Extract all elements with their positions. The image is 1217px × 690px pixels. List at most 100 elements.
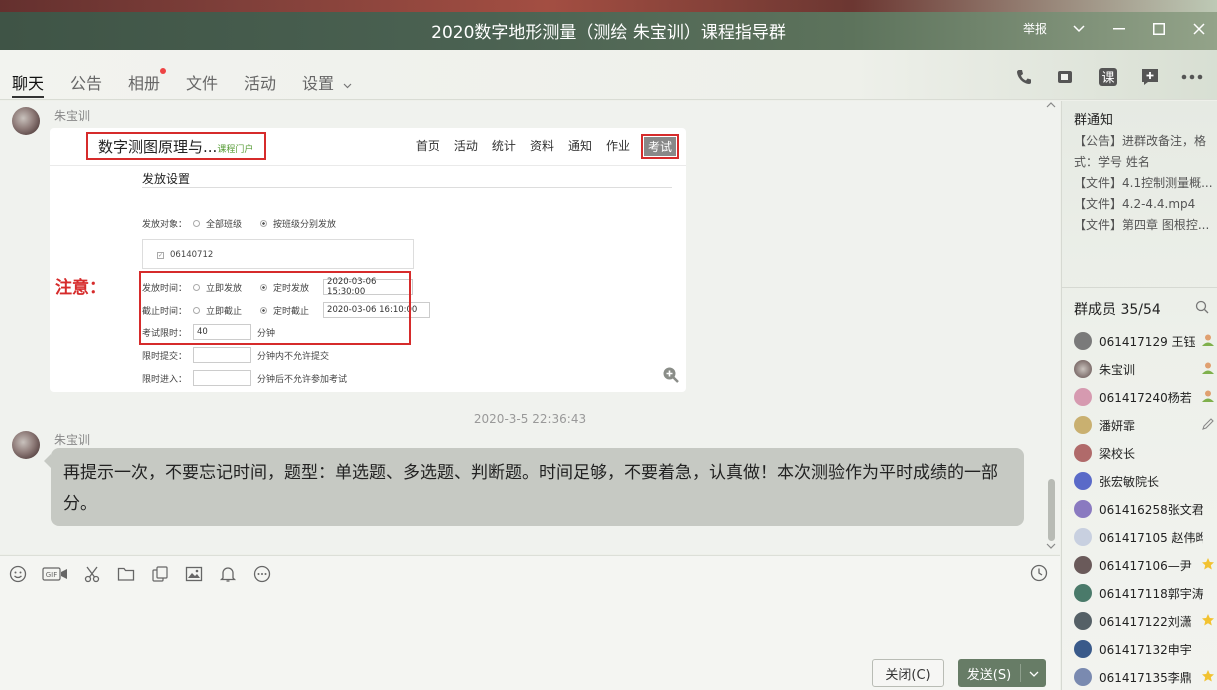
avatar xyxy=(1074,472,1092,490)
svg-text:课: 课 xyxy=(1101,71,1114,86)
zoom-in-icon[interactable] xyxy=(662,366,680,388)
divider xyxy=(142,187,672,188)
member-item[interactable]: 朱宝训 xyxy=(1074,357,1217,381)
radio-icon xyxy=(260,220,268,227)
message-composer[interactable]: GIF 关闭(C) 发送(S) xyxy=(0,555,1060,690)
avatar xyxy=(1074,640,1092,658)
send-options-icon[interactable] xyxy=(1021,667,1046,680)
sender-name: 朱宝训 xyxy=(54,109,91,123)
tab-files[interactable]: 文件 xyxy=(186,70,218,94)
composer-toolbar: GIF xyxy=(8,564,272,584)
avatar xyxy=(1074,388,1092,406)
class-label: ✓ 06140712 xyxy=(157,250,214,260)
sender-name: 朱宝训 xyxy=(54,433,91,447)
tab-activity[interactable]: 活动 xyxy=(244,70,276,94)
phone-icon[interactable] xyxy=(1013,66,1035,88)
course-icon[interactable]: 课 xyxy=(1097,66,1119,88)
nav-item: 首页 xyxy=(415,139,440,153)
admin-badge-icon xyxy=(1200,332,1216,348)
tab-album[interactable]: 相册 xyxy=(128,68,167,94)
gif-icon[interactable]: GIF xyxy=(42,564,68,584)
close-window-button[interactable] xyxy=(1191,22,1207,36)
chat-area[interactable]: 朱宝训 数字测图原理与...课程门户 首页 活动 统计 资料 通知 作业 考试 … xyxy=(0,101,1060,554)
nav-item-exam: 考试 xyxy=(640,134,680,159)
member-item[interactable]: 潘妍霏 xyxy=(1074,413,1217,437)
divider xyxy=(1062,287,1217,288)
search-icon[interactable] xyxy=(1195,300,1209,318)
member-item[interactable]: 061417135李鼎 xyxy=(1074,665,1217,689)
chevron-down-icon[interactable] xyxy=(1071,22,1087,36)
checkbox-icon: ✓ xyxy=(157,252,164,259)
members-title: 群成员 35/54 xyxy=(1074,302,1161,318)
scroll-down-icon[interactable] xyxy=(1046,542,1056,551)
send-label[interactable]: 发送(S) xyxy=(958,664,1020,683)
star-icon xyxy=(1200,668,1216,684)
section-title: 发放设置 xyxy=(142,172,191,186)
notice-item[interactable]: 【公告】进群改备注，格式：学号 姓名 xyxy=(1074,131,1214,173)
member-item[interactable]: 061417122刘潇 xyxy=(1074,609,1217,633)
member-item[interactable]: 061417240杨若 xyxy=(1074,385,1217,409)
nav-item: 作业 xyxy=(605,139,630,153)
owner-badge-icon xyxy=(1200,360,1216,376)
member-item[interactable]: 061417106—尹 xyxy=(1074,553,1217,577)
owner-badge-icon xyxy=(1200,388,1216,404)
sticker-icon[interactable] xyxy=(150,564,170,584)
note-label: 注意： xyxy=(55,278,106,298)
title-bar: 2020数字地形测量（测绘 朱宝训）课程指导群 举报 xyxy=(0,0,1217,50)
notice-item[interactable]: 【文件】第四章 图根控... xyxy=(1074,215,1214,236)
report-link[interactable]: 举报 xyxy=(1023,20,1047,37)
image-message[interactable]: 数字测图原理与...课程门户 首页 活动 统计 资料 通知 作业 考试 发放设置… xyxy=(50,128,686,392)
window-controls: 举报 xyxy=(1023,20,1207,37)
scroll-up-icon[interactable] xyxy=(1046,101,1056,110)
avatar xyxy=(1074,416,1092,434)
notice-item[interactable]: 【文件】4.1控制测量概... xyxy=(1074,173,1214,194)
notice-item[interactable]: 【文件】4.2-4.4.mp4 xyxy=(1074,194,1214,215)
avatar xyxy=(1074,528,1092,546)
bell-icon[interactable] xyxy=(218,564,238,584)
send-button[interactable]: 发送(S) xyxy=(958,659,1046,687)
tab-announcement[interactable]: 公告 xyxy=(70,70,102,94)
submit-row: 限时提交： 分钟内不允许提交 xyxy=(142,347,329,363)
svg-text:GIF: GIF xyxy=(46,571,58,579)
member-item[interactable]: 061417129 王钰 xyxy=(1074,329,1217,353)
member-item[interactable]: 061417105 赵伟晔 xyxy=(1074,525,1217,549)
image-icon[interactable] xyxy=(184,564,204,584)
member-item[interactable]: 梁校长 xyxy=(1074,441,1217,465)
tab-bar: 聊天 公告 相册 文件 活动 设置 课 xyxy=(0,50,1217,100)
avatar xyxy=(1074,556,1092,574)
add-app-icon[interactable] xyxy=(1139,66,1161,88)
tab-settings[interactable]: 设置 xyxy=(302,70,352,94)
minimize-button[interactable] xyxy=(1111,22,1127,36)
image-nav: 首页 活动 统计 资料 通知 作业 考试 xyxy=(415,134,680,159)
history-clock-icon[interactable] xyxy=(1030,564,1048,586)
scrollbar-thumb[interactable] xyxy=(1048,479,1055,541)
folder-icon[interactable] xyxy=(116,564,136,584)
course-title: 数字测图原理与...课程门户 xyxy=(98,138,254,156)
side-panel: 群通知 【公告】进群改备注，格式：学号 姓名 【文件】4.1控制测量概... 【… xyxy=(1061,101,1217,690)
close-button[interactable]: 关闭(C) xyxy=(872,659,944,687)
portal-label: 课程门户 xyxy=(217,145,254,155)
avatar xyxy=(1074,584,1092,602)
avatar[interactable] xyxy=(12,107,40,135)
more-icon[interactable] xyxy=(252,564,272,584)
decorative-band xyxy=(0,0,1217,12)
member-item[interactable]: 061417132申宇 xyxy=(1074,637,1217,661)
avatar[interactable] xyxy=(12,431,40,459)
member-item[interactable]: 061416258张文君 xyxy=(1074,497,1217,521)
message-timestamp: 2020-3-5 22:36:43 xyxy=(473,412,587,426)
notification-dot xyxy=(160,68,167,74)
edit-icon[interactable] xyxy=(1200,416,1216,432)
tab-chat[interactable]: 聊天 xyxy=(12,70,45,98)
enter-row: 限时进入： 分钟后不允许参加考试 xyxy=(142,370,347,386)
avatar xyxy=(1074,332,1092,350)
chevron-down-icon xyxy=(343,83,352,89)
nav-item: 通知 xyxy=(567,139,592,153)
maximize-button[interactable] xyxy=(1151,22,1167,36)
text-message[interactable]: 再提示一次，不要忘记时间，题型：单选题、多选题、判断题。时间足够，不要着急，认真… xyxy=(44,448,1024,526)
member-item[interactable]: 张宏敏院长 xyxy=(1074,469,1217,493)
video-icon[interactable] xyxy=(1055,66,1077,88)
emoji-icon[interactable] xyxy=(8,564,28,584)
member-item[interactable]: 061417118郭宇涛 xyxy=(1074,581,1217,605)
more-icon[interactable] xyxy=(1181,66,1203,88)
scissors-icon[interactable] xyxy=(82,564,102,584)
